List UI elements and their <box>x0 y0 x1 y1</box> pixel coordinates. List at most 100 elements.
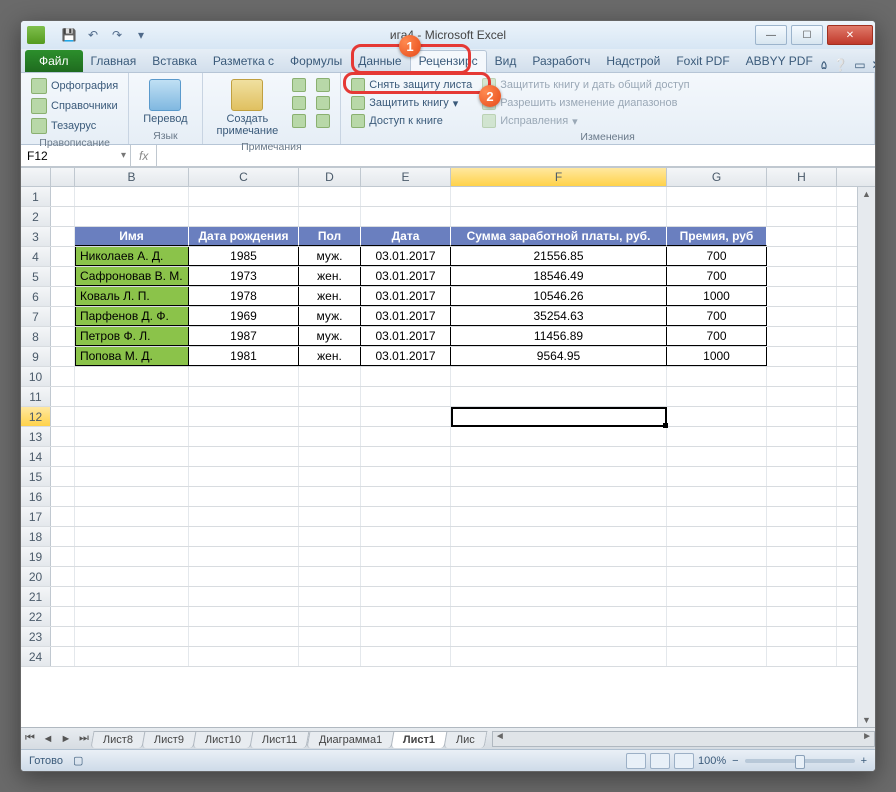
col-header-A[interactable] <box>51 168 75 186</box>
cell[interactable] <box>51 447 75 466</box>
row-header[interactable]: 4 <box>21 247 51 266</box>
row-header[interactable]: 23 <box>21 627 51 646</box>
unprotect-sheet-button[interactable]: Снять защиту листа <box>349 77 474 93</box>
row-header[interactable]: 9 <box>21 347 51 366</box>
col-header-F[interactable]: F <box>451 168 667 186</box>
row-header[interactable]: 1 <box>21 187 51 206</box>
tab-Вставка[interactable]: Вставка <box>144 51 205 72</box>
cell[interactable] <box>767 327 837 346</box>
cell[interactable] <box>451 587 667 606</box>
cell[interactable] <box>767 207 837 226</box>
cell[interactable] <box>667 547 767 566</box>
cell[interactable] <box>767 587 837 606</box>
tab-file[interactable]: Файл <box>25 50 83 72</box>
cell[interactable] <box>361 547 451 566</box>
cell[interactable]: 11456.89 <box>451 327 667 346</box>
cell[interactable]: 1985 <box>189 247 299 266</box>
row-header[interactable]: 8 <box>21 327 51 346</box>
cell[interactable] <box>667 567 767 586</box>
sheet-nav-first[interactable]: ⏮ <box>21 732 39 745</box>
row-header[interactable]: 3 <box>21 227 51 246</box>
cell[interactable]: Николаев А. Д. <box>75 247 189 266</box>
cell[interactable] <box>189 427 299 446</box>
cell[interactable] <box>767 267 837 286</box>
cell[interactable]: 03.01.2017 <box>361 347 451 366</box>
col-header-C[interactable]: C <box>189 168 299 186</box>
cell[interactable] <box>451 367 667 386</box>
cell[interactable] <box>75 547 189 566</box>
cell[interactable]: 21556.85 <box>451 247 667 266</box>
row-header[interactable]: 13 <box>21 427 51 446</box>
window-restore-icon[interactable]: ▭ <box>854 58 865 72</box>
cell[interactable] <box>299 187 361 206</box>
cell[interactable]: 1978 <box>189 287 299 306</box>
sheet-tab[interactable]: Лист9 <box>142 731 197 748</box>
cell[interactable] <box>51 327 75 346</box>
cell[interactable]: 700 <box>667 247 767 266</box>
cell[interactable] <box>51 507 75 526</box>
cell[interactable] <box>667 427 767 446</box>
sheet-tab[interactable]: Лист1 <box>390 731 447 748</box>
row-header[interactable]: 17 <box>21 507 51 526</box>
cell[interactable] <box>767 247 837 266</box>
cell[interactable] <box>767 427 837 446</box>
translate-button[interactable]: Перевод <box>137 77 193 127</box>
tab-Разработч[interactable]: Разработч <box>524 51 598 72</box>
cell[interactable]: 1981 <box>189 347 299 366</box>
cell[interactable] <box>299 387 361 406</box>
cell[interactable] <box>667 187 767 206</box>
view-layout-button[interactable] <box>650 753 670 769</box>
cell[interactable] <box>361 487 451 506</box>
cell[interactable] <box>767 627 837 646</box>
col-header-E[interactable]: E <box>361 168 451 186</box>
cell[interactable] <box>189 487 299 506</box>
cell[interactable] <box>767 467 837 486</box>
cell[interactable] <box>767 367 837 386</box>
tab-Разметка с[interactable]: Разметка с <box>205 51 282 72</box>
cell[interactable] <box>75 467 189 486</box>
cell[interactable] <box>75 527 189 546</box>
row-header[interactable]: 7 <box>21 307 51 326</box>
sheet-tab[interactable]: Лист10 <box>193 731 254 748</box>
row-header[interactable]: 5 <box>21 267 51 286</box>
cell[interactable] <box>51 467 75 486</box>
cell[interactable] <box>51 207 75 226</box>
cell[interactable] <box>361 627 451 646</box>
cell[interactable]: жен. <box>299 347 361 366</box>
cell[interactable]: Парфенов Д. Ф. <box>75 307 189 326</box>
cell[interactable] <box>189 587 299 606</box>
row-header[interactable]: 6 <box>21 287 51 306</box>
cell[interactable] <box>189 467 299 486</box>
cell[interactable]: муж. <box>299 327 361 346</box>
cell[interactable] <box>75 367 189 386</box>
vertical-scrollbar[interactable] <box>857 187 875 727</box>
cell[interactable] <box>189 447 299 466</box>
cell[interactable] <box>451 447 667 466</box>
cell[interactable] <box>51 627 75 646</box>
sheet-nav-prev[interactable]: ◄ <box>39 733 57 745</box>
cell[interactable]: 1973 <box>189 267 299 286</box>
cell[interactable]: Сумма заработной платы, руб. <box>451 227 667 246</box>
cell[interactable] <box>299 567 361 586</box>
cell[interactable] <box>361 447 451 466</box>
cell[interactable] <box>75 207 189 226</box>
new-comment-button[interactable]: Создать примечание <box>211 77 285 139</box>
show-ink-button[interactable] <box>314 113 332 129</box>
tab-Foxit PDF[interactable]: Foxit PDF <box>668 51 737 72</box>
cell[interactable] <box>361 527 451 546</box>
cell[interactable] <box>75 607 189 626</box>
cell[interactable] <box>767 287 837 306</box>
cell[interactable] <box>767 507 837 526</box>
cell[interactable] <box>667 407 767 426</box>
cell[interactable] <box>667 467 767 486</box>
cell[interactable] <box>451 387 667 406</box>
spelling-button[interactable]: Орфография <box>29 77 120 95</box>
cell[interactable] <box>189 407 299 426</box>
cell[interactable] <box>667 447 767 466</box>
cell[interactable] <box>451 547 667 566</box>
help-icon[interactable]: ❔ <box>833 58 848 72</box>
cell[interactable] <box>767 447 837 466</box>
cell[interactable]: 1969 <box>189 307 299 326</box>
cell[interactable] <box>189 627 299 646</box>
fx-icon[interactable]: fx <box>139 149 148 163</box>
